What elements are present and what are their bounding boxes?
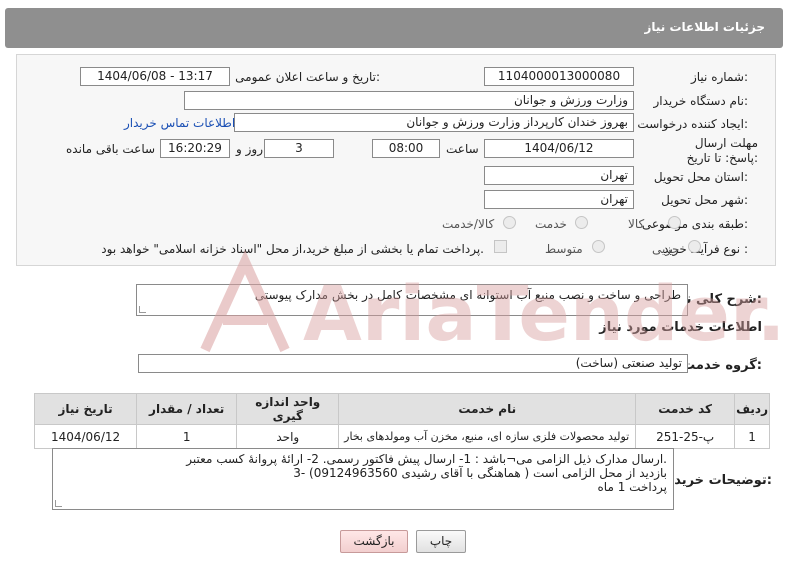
- process-medium-radio[interactable]: [592, 240, 605, 253]
- cell-service-code: پ-25-251: [635, 424, 736, 449]
- table-row: 1404/06/12 1 واحد تولید محصولات فلزی ساز…: [33, 424, 770, 449]
- col-service-code: کد خدمت: [635, 393, 736, 425]
- buyer-contact-link[interactable]: اطلاعات تماس خریدار: [124, 116, 235, 130]
- services-table: تاریخ نیاز تعداد / مقدار واحد اندازه گیر…: [33, 393, 770, 449]
- category-service-radio[interactable]: [575, 216, 588, 229]
- service-group-field: تولید صنعتی (ساخت): [138, 354, 688, 373]
- process-medium-label: متوسط: [545, 242, 583, 256]
- buyer-notes-line-3: پرداخت 1 ماه: [597, 480, 667, 494]
- remaining-time-field: 16:20:29: [160, 139, 230, 158]
- deadline-time-field: 08:00: [372, 139, 440, 158]
- category-goods-service-radio[interactable]: [503, 216, 516, 229]
- buyer-notes-label: توضیحات خریدار:: [662, 473, 772, 488]
- category-goods-label: کالا: [628, 217, 645, 231]
- cell-quantity: 1: [136, 424, 238, 449]
- cell-service-name: تولید محصولات فلزی سازه ای، منبع، مخزن آ…: [338, 424, 637, 449]
- category-goods-service-label: کالا/خدمت: [442, 217, 495, 231]
- page-title: جزئیات اطلاعات نیاز: [644, 20, 765, 34]
- announce-datetime-label: تاریخ و ساعت اعلان عمومی:: [235, 70, 380, 84]
- province-label: استان محل تحویل:: [653, 170, 748, 184]
- col-service-name: نام خدمت: [338, 393, 637, 425]
- need-summary-text: طراحی و ساخت و نصب منبع آب استوانه ای مش…: [254, 288, 681, 302]
- city-field: تهران: [484, 190, 634, 209]
- need-summary-field: طراحی و ساخت و نصب منبع آب استوانه ای مش…: [136, 284, 688, 316]
- treasury-payment-note: پرداخت تمام یا بخشی از مبلغ خرید،از محل …: [101, 242, 484, 256]
- buyer-notes-field: ارسال مدارک ذیل الزامی می¬باشد : 1- ارسا…: [52, 448, 674, 510]
- creator-field: بهروز خندان کارپرداز وزارت ورزش و جوانان: [234, 113, 634, 132]
- deadline-date-field: 1404/06/12: [484, 139, 634, 158]
- process-minor-radio[interactable]: [688, 240, 701, 253]
- announce-datetime-field: 1404/06/08 - 13:17: [80, 67, 230, 86]
- services-table-header: تاریخ نیاز تعداد / مقدار واحد اندازه گیر…: [33, 393, 770, 425]
- print-button[interactable]: چاپ: [416, 530, 466, 553]
- cell-unit: واحد: [236, 424, 340, 449]
- days-label: روز و: [236, 142, 263, 156]
- services-section-title: اطلاعات خدمات مورد نیاز: [599, 320, 762, 335]
- back-button[interactable]: بازگشت: [340, 530, 408, 553]
- buyer-org-label: نام دستگاه خریدار:: [653, 94, 749, 108]
- province-field: تهران: [484, 166, 634, 185]
- days-remaining-field: 3: [264, 139, 334, 158]
- service-group-label: گروه خدمت:: [682, 358, 762, 373]
- deadline-time-label: ساعت: [446, 142, 479, 156]
- cell-row-number: 1: [734, 424, 770, 449]
- treasury-payment-checkbox[interactable]: [494, 240, 507, 253]
- category-service-label: خدمت: [535, 217, 567, 231]
- buyer-org-field: وزارت ورزش و جوانان: [184, 91, 634, 110]
- process-minor-label: جزیی: [652, 242, 680, 256]
- page-header: جزئیات اطلاعات نیاز: [5, 8, 783, 48]
- col-row-number: ردیف: [734, 393, 770, 425]
- need-number-label: شماره نیاز:: [690, 70, 748, 84]
- city-label: شهر محل تحویل:: [661, 193, 748, 207]
- deadline-label: مهلت ارسال پاسخ: تا تاریخ:: [686, 136, 758, 165]
- resize-grip-icon[interactable]: [139, 306, 146, 313]
- col-unit: واحد اندازه گیری: [236, 393, 340, 425]
- resize-grip-icon[interactable]: [55, 500, 62, 507]
- need-number-field: 1104000013000080: [484, 67, 634, 86]
- cell-need-date: 1404/06/12: [33, 424, 138, 449]
- col-need-date: تاریخ نیاز: [33, 393, 138, 425]
- buyer-notes-line-1: ارسال مدارک ذیل الزامی می¬باشد : 1- ارسا…: [186, 452, 667, 466]
- col-quantity: تعداد / مقدار: [136, 393, 238, 425]
- remaining-time-label: ساعت باقی مانده: [66, 142, 156, 156]
- creator-label: ایجاد کننده درخواست:: [637, 117, 748, 131]
- buyer-notes-line-2: 3- بازدید از محل الزامی است ( هماهنگی با…: [293, 466, 667, 480]
- category-goods-radio[interactable]: [668, 216, 681, 229]
- category-label: طبقه بندی موضوعی:: [641, 217, 748, 231]
